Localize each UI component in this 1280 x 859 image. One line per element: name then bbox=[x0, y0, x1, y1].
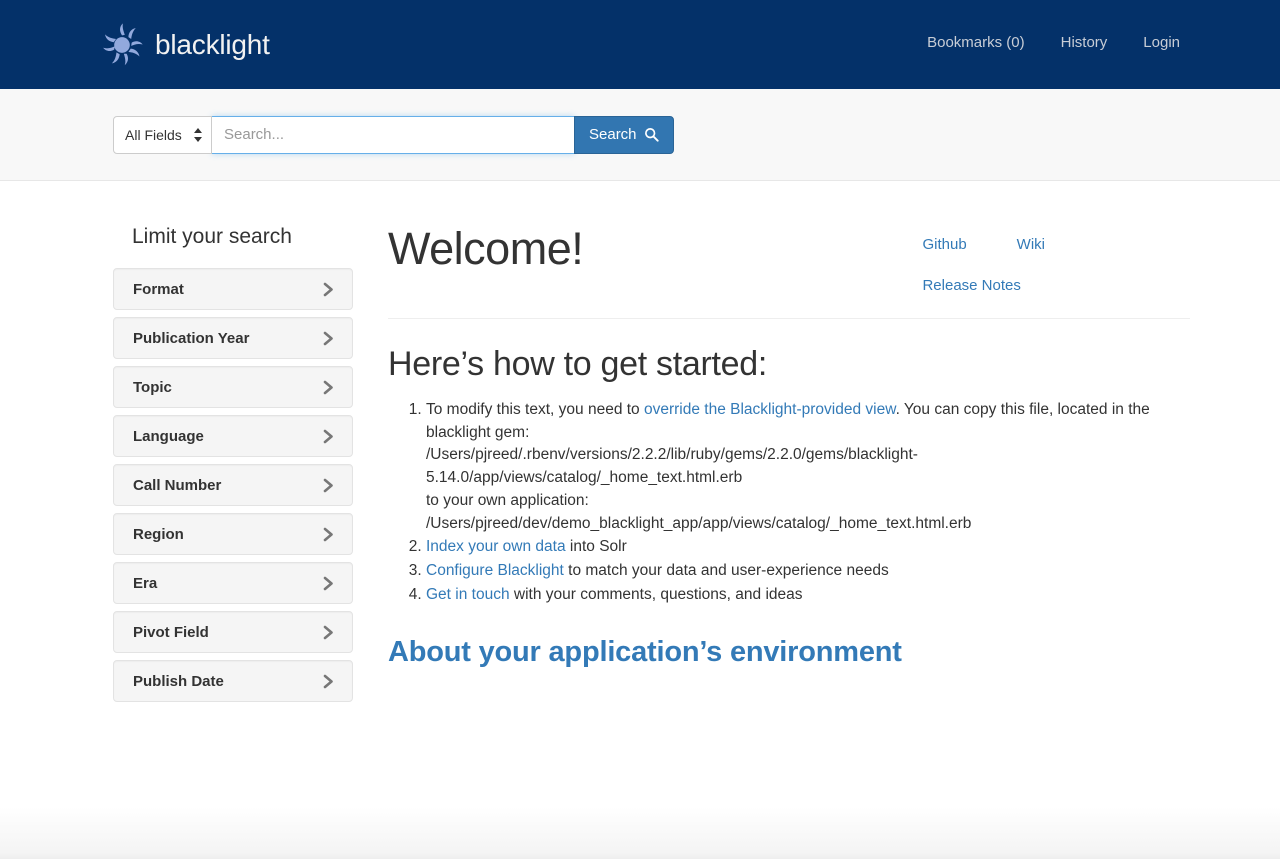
getting-started-list: To modify this text, you need to overrid… bbox=[388, 399, 1190, 607]
facet-label: Era bbox=[133, 574, 158, 592]
welcome-row: Welcome! Github Wiki Release Notes bbox=[388, 224, 1190, 295]
search-button-label: Search bbox=[589, 126, 637, 143]
nav-link-login[interactable]: Login bbox=[1143, 34, 1180, 51]
divider bbox=[388, 318, 1190, 319]
facet-label: Publication Year bbox=[133, 329, 250, 347]
facet-pivot-field[interactable]: Pivot Field bbox=[113, 611, 353, 654]
page-container: Limit your search Format Publication Yea… bbox=[0, 181, 1280, 709]
facet-format[interactable]: Format bbox=[113, 268, 353, 311]
get-in-touch-link[interactable]: Get in touch bbox=[426, 586, 510, 603]
application-environment-link[interactable]: About your application’s environment bbox=[388, 636, 902, 669]
facet-topic[interactable]: Topic bbox=[113, 366, 353, 409]
chevron-right-icon bbox=[322, 674, 335, 689]
search-input[interactable] bbox=[212, 115, 574, 154]
facet-publication-year[interactable]: Publication Year bbox=[113, 317, 353, 360]
facet-label: Language bbox=[133, 427, 204, 445]
resource-links: Github Wiki Release Notes bbox=[922, 224, 1190, 295]
facet-era[interactable]: Era bbox=[113, 562, 353, 605]
list-item: Get in touch with your comments, questio… bbox=[426, 584, 1190, 607]
override-view-link[interactable]: override the Blacklight-provided view bbox=[644, 401, 896, 418]
own-application-label: to your own application: bbox=[426, 491, 589, 509]
facet-label: Call Number bbox=[133, 476, 222, 494]
facet-label: Format bbox=[133, 280, 184, 298]
brand-home-link[interactable]: blacklight bbox=[99, 22, 270, 68]
gem-path: /Users/pjreed/.rbenv/versions/2.2.2/lib/… bbox=[426, 446, 918, 487]
configure-blacklight-link[interactable]: Configure Blacklight bbox=[426, 562, 564, 579]
release-notes-link[interactable]: Release Notes bbox=[922, 277, 1020, 294]
list-item: Index your own data into Solr bbox=[426, 536, 1190, 559]
search-field-selected-label: All Fields bbox=[125, 126, 182, 143]
wiki-link[interactable]: Wiki bbox=[1017, 236, 1045, 253]
main-content: Welcome! Github Wiki Release Notes Here’… bbox=[353, 224, 1190, 669]
navbar-links: Bookmarks (0) History Login bbox=[927, 34, 1180, 51]
facet-language[interactable]: Language bbox=[113, 415, 353, 458]
github-link[interactable]: Github bbox=[922, 236, 966, 253]
facet-label: Topic bbox=[133, 378, 172, 396]
chevron-right-icon bbox=[322, 625, 335, 640]
app-path: /Users/pjreed/dev/demo_blacklight_app/ap… bbox=[426, 514, 972, 532]
facet-region[interactable]: Region bbox=[113, 513, 353, 556]
chevron-right-icon bbox=[322, 331, 335, 346]
sort-updown-icon bbox=[193, 127, 202, 142]
search-form: All Fields Search bbox=[113, 115, 674, 154]
top-navbar: blacklight Bookmarks (0) History Login bbox=[0, 0, 1280, 89]
facet-label: Pivot Field bbox=[133, 623, 209, 641]
step3-text-after: to match your data and user-experience n… bbox=[563, 562, 889, 580]
facet-label: Publish Date bbox=[133, 672, 224, 690]
chevron-right-icon bbox=[322, 282, 335, 297]
page-title: Welcome! bbox=[388, 223, 584, 274]
index-data-link[interactable]: Index your own data bbox=[426, 538, 566, 555]
facet-publish-date[interactable]: Publish Date bbox=[113, 660, 353, 703]
sidebar-title: Limit your search bbox=[132, 225, 292, 248]
chevron-right-icon bbox=[322, 380, 335, 395]
nav-link-bookmarks[interactable]: Bookmarks (0) bbox=[927, 34, 1025, 51]
step4-text-after: with your comments, questions, and ideas bbox=[509, 586, 803, 604]
facet-call-number[interactable]: Call Number bbox=[113, 464, 353, 507]
list-item: To modify this text, you need to overrid… bbox=[426, 399, 1190, 536]
step1-text-before: To modify this text, you need to bbox=[426, 400, 644, 418]
chevron-right-icon bbox=[322, 576, 335, 591]
magnifier-icon bbox=[644, 127, 659, 142]
footer-gradient bbox=[0, 807, 1280, 859]
facet-label: Region bbox=[133, 525, 184, 543]
search-field-select[interactable]: All Fields bbox=[113, 115, 212, 154]
chevron-right-icon bbox=[322, 478, 335, 493]
facet-sidebar: Limit your search Format Publication Yea… bbox=[113, 224, 353, 709]
step2-text-after: into Solr bbox=[565, 538, 627, 556]
search-bar-region: All Fields Search bbox=[0, 89, 1280, 181]
search-button[interactable]: Search bbox=[574, 115, 674, 154]
brand-name: blacklight bbox=[155, 28, 270, 60]
chevron-right-icon bbox=[322, 429, 335, 444]
sun-starburst-icon bbox=[99, 22, 145, 68]
nav-link-history[interactable]: History bbox=[1061, 34, 1108, 51]
get-started-heading: Here’s how to get started: bbox=[388, 345, 768, 383]
chevron-right-icon bbox=[322, 527, 335, 542]
list-item: Configure Blacklight to match your data … bbox=[426, 560, 1190, 583]
